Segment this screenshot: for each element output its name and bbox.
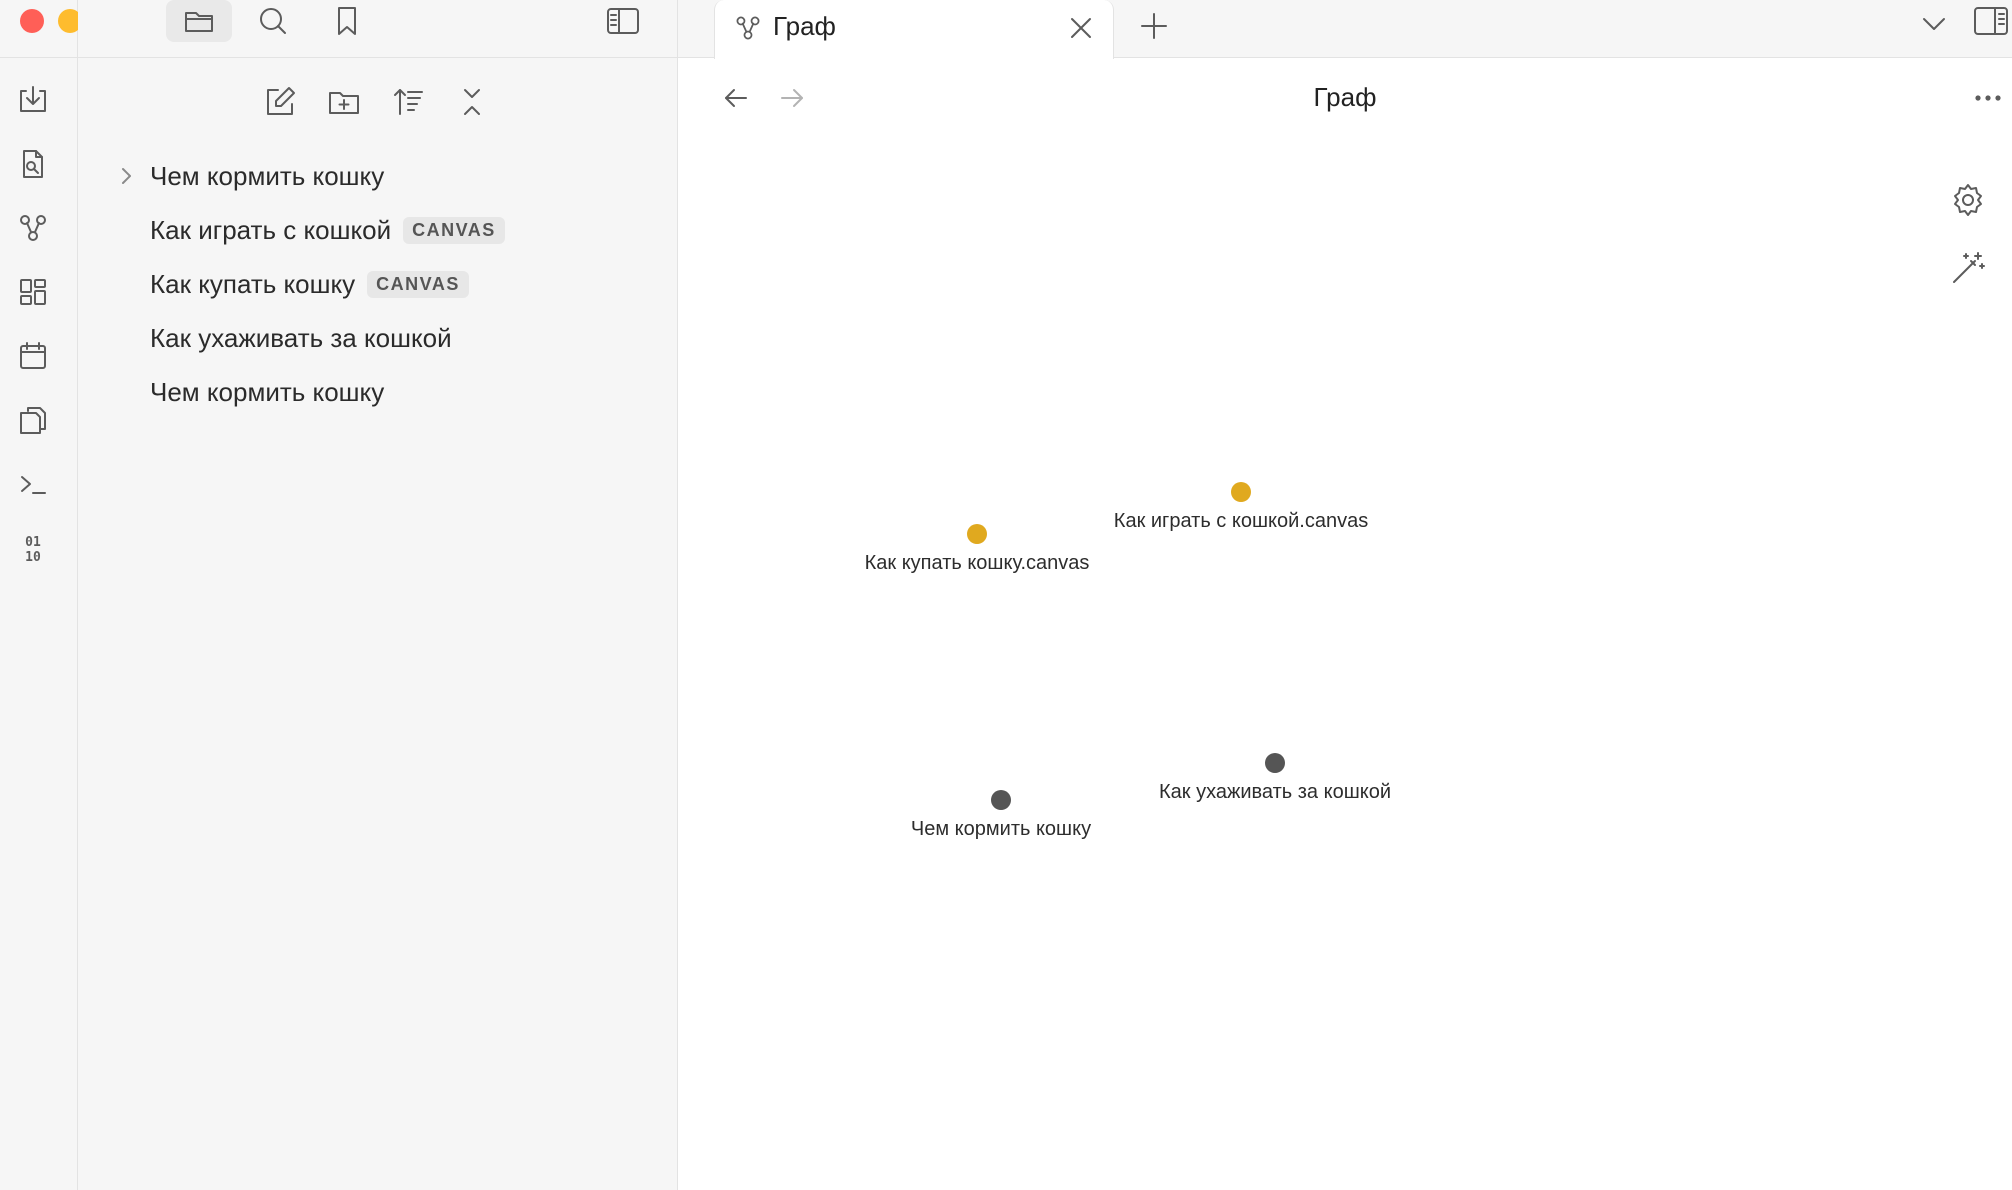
file-explorer-sidebar: Чем кормить кошку Как играть с кошкой CA… [78,0,678,1190]
bookmarks-tab[interactable] [314,0,380,42]
close-window-button[interactable] [20,9,44,33]
svg-text:01: 01 [25,535,41,550]
bookmark-icon [338,7,356,35]
tree-file-item[interactable]: Как купать кошку CANVAS [78,262,678,306]
graph-view-icon[interactable] [15,210,51,246]
graph-node-label: Как играть с кошкой.canvas [1113,510,1369,532]
plus-icon [1141,13,1167,39]
calendar-icon[interactable] [15,338,51,374]
edit-icon [267,87,295,115]
tree-item-label: Чем кормить кошку [150,376,385,407]
view-title: Граф [1313,82,1377,112]
file-search-icon[interactable] [15,146,51,182]
folder-icon [185,12,213,32]
copy-icon[interactable] [15,402,51,438]
graph-node-canvas[interactable] [1231,482,1251,502]
new-folder-button[interactable] [324,82,364,122]
import-icon[interactable] [15,82,51,118]
sort-icon [394,89,423,115]
tree-item-label: Как купать кошку [150,268,356,299]
graph-node-note[interactable] [991,790,1011,810]
more-options-button[interactable] [1968,78,2008,118]
sidebar-tab-header [78,0,678,58]
file-type-badge: CANVAS [403,216,505,244]
graph-node-label: Чем кормить кошку [910,818,1092,840]
graph-icon [736,16,760,40]
chevron-right-icon [122,168,131,184]
tree-file-item[interactable]: Чем кормить кошку [78,370,678,414]
new-note-button[interactable] [260,82,300,122]
chevron-down-icon [1923,18,1945,30]
tree-folder-item[interactable]: Чем кормить кошку [78,154,678,198]
graph-node-note[interactable] [1265,753,1285,773]
graph-node-label: Как купать кошку.canvas [864,552,1090,574]
tree-item-label: Как ухаживать за кошкой [150,322,452,353]
tree-item-label: Чем кормить кошку [150,160,385,191]
files-tab[interactable] [166,0,232,42]
main-area: Граф Граф Как играть с кошкой.canvas Как… [678,0,2012,1190]
file-type-badge: CANVAS [367,270,469,298]
tab-list-button[interactable] [1914,4,1954,44]
close-icon [1071,18,1091,38]
sidebar-left-icon [607,8,639,34]
sidebar-right-icon [1974,7,2008,35]
svg-text:10: 10 [25,550,41,565]
toggle-right-sidebar-button[interactable] [1970,0,2012,42]
graph-node-label: Как ухаживать за кошкой [1158,781,1392,803]
tree-item-label: Как играть с кошкой [150,214,392,245]
sort-button[interactable] [388,82,428,122]
tree-file-item[interactable]: Как ухаживать за кошкой [78,316,678,360]
tab-title: Граф [773,11,836,41]
terminal-icon[interactable] [15,466,51,502]
collapse-icon [464,89,480,115]
close-tab-button[interactable] [1065,12,1097,44]
tab-bar: Граф [678,0,2012,59]
binary-icon[interactable]: 01 10 [15,530,51,566]
tree-file-item[interactable]: Как играть с кошкой CANVAS [78,208,678,252]
search-icon [260,8,286,34]
collapse-all-button[interactable] [452,82,492,122]
tab-graph[interactable]: Граф [714,0,1114,59]
toggle-sidebar-button[interactable] [598,0,648,42]
ribbon: 01 10 [0,0,122,1190]
dashboard-icon[interactable] [15,274,51,310]
window-controls [0,0,122,58]
new-tab-button[interactable] [1134,6,1174,46]
graph-canvas[interactable]: Как играть с кошкой.canvas Как купать ко… [678,120,2012,1190]
folder-plus-icon [329,92,359,114]
more-horizontal-icon [1975,95,2001,101]
search-tab[interactable] [240,0,306,42]
graph-node-canvas[interactable] [967,524,987,544]
